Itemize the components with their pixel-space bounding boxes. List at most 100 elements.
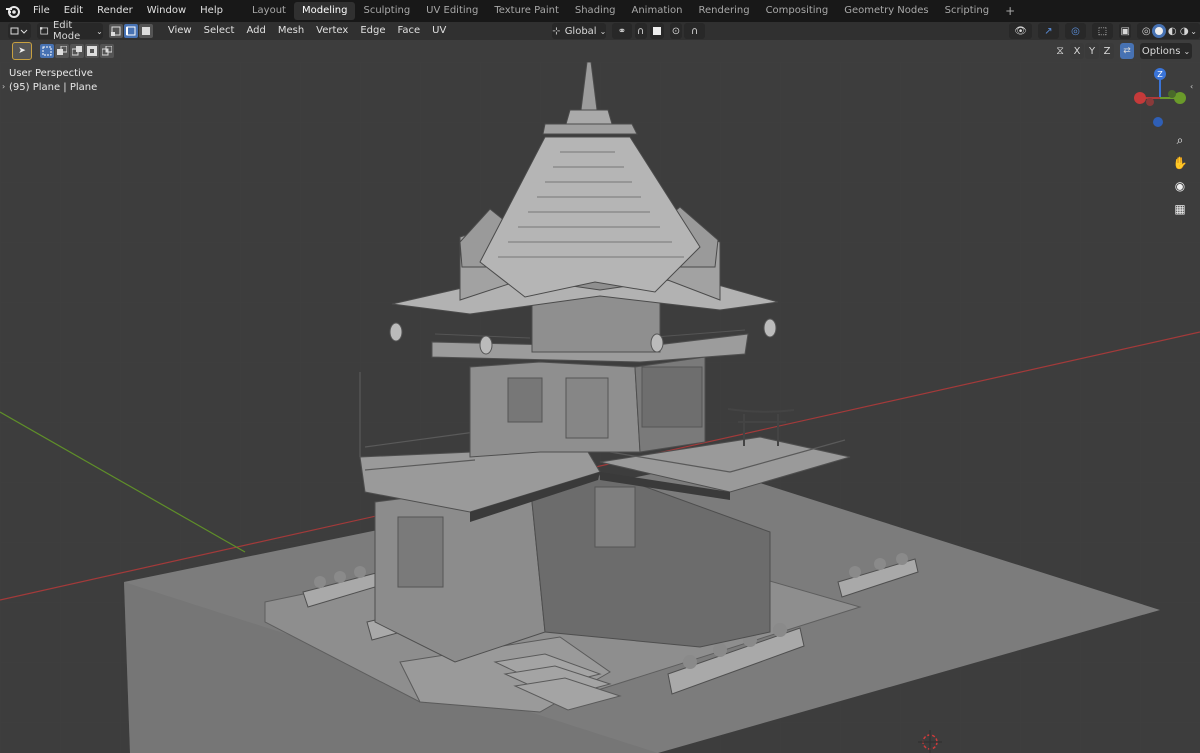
edge-select-icon [125,26,136,36]
orientation-dropdown[interactable]: ⊹ Global ⌄ [552,23,607,39]
edge-select-button[interactable] [123,24,138,38]
menu-window[interactable]: Window [140,0,193,22]
rendered-shading-icon[interactable]: ◑ [1178,26,1190,37]
extend-selection-button[interactable] [55,44,69,58]
menu-view[interactable]: View [162,22,198,40]
tab-geometry-nodes[interactable]: Geometry Nodes [836,2,936,20]
snap-target-button[interactable] [649,23,664,39]
add-workspace-button[interactable]: + [997,4,1023,18]
new-selection-icon [42,46,52,56]
pan-button[interactable]: ✋ [1170,153,1190,173]
grid-perspective-icon: ▦ [1174,202,1186,216]
wireframe-shading-icon[interactable]: ◎ [1140,26,1152,37]
top-menu-bar: File Edit Render Window Help Layout Mode… [0,0,1200,22]
menu-vertex[interactable]: Vertex [310,22,354,40]
editor-type-button[interactable] [8,23,31,39]
mirror-y-toggle[interactable]: Y [1085,43,1099,59]
tab-rendering[interactable]: Rendering [690,2,757,20]
editor-type-icon [10,27,28,35]
menu-edit[interactable]: Edit [57,0,90,22]
subtract-selection-icon [72,46,82,56]
menu-file[interactable]: File [26,0,57,22]
menu-face[interactable]: Face [392,22,427,40]
intersect-selection-button[interactable] [100,44,114,58]
tab-scripting[interactable]: Scripting [937,2,997,20]
eye-icon: 👁 [1014,25,1027,37]
blender-logo-icon[interactable] [0,0,26,22]
menu-edge[interactable]: Edge [354,22,391,40]
tab-uv-editing[interactable]: UV Editing [418,2,486,20]
perspective-toggle-button[interactable]: ▦ [1170,199,1190,219]
tab-animation[interactable]: Animation [624,2,691,20]
material-shading-icon[interactable]: ◐ [1166,26,1178,37]
options-label: Options [1141,45,1181,57]
gizmo-toggle-button[interactable]: ↗ [1037,23,1059,39]
mirror-z-toggle[interactable]: Z [1100,43,1114,59]
square-icon [652,27,661,35]
tab-modeling[interactable]: Modeling [293,2,356,20]
vertex-select-button[interactable] [108,24,123,38]
tab-compositing[interactable]: Compositing [758,2,837,20]
tab-sculpting[interactable]: Sculpting [355,2,418,20]
menu-mesh[interactable]: Mesh [272,22,310,40]
view-name-label: User Perspective [9,68,93,79]
magnifier-icon: ⌕ [1176,132,1184,147]
falloff-button[interactable]: ∩ [684,23,706,39]
face-select-icon [141,27,150,35]
collapse-arrow-icon[interactable]: ‹ [1190,82,1193,91]
menu-add[interactable]: Add [240,22,271,40]
zoom-button[interactable]: ⌕ [1170,130,1190,150]
set-new-selection-button[interactable] [40,44,54,58]
tab-texture-paint[interactable]: Texture Paint [486,2,567,20]
mirror-icon[interactable]: ⧖ [1056,44,1064,58]
selection-mode-group [40,44,115,58]
menu-select[interactable]: Select [198,22,241,40]
mesh-overlay-icon: ⬚ [1097,25,1108,37]
solid-shading-icon[interactable] [1152,24,1167,38]
options-dropdown[interactable]: Options ⌄ [1140,43,1192,59]
menu-uv[interactable]: UV [426,22,452,40]
invert-selection-icon [87,46,97,56]
invert-selection-button[interactable] [85,44,99,58]
mesh-edit-overlays-button[interactable]: ⬚ [1092,23,1114,39]
subtract-selection-button[interactable] [70,44,84,58]
cursor-arrow-icon: ➤ [18,46,26,56]
xray-toggle-button[interactable]: ▣ [1119,23,1132,39]
camera-icon: ◉ [1174,179,1186,193]
xray-icon: ▣ [1120,25,1130,37]
overlay-circles-icon: ◎ [1071,25,1080,37]
3d-viewport[interactable]: User Perspective (95) Plane | Plane Z ‹ … [0,62,1200,753]
vertex-select-icon [110,26,121,36]
orientation-label: Global [564,25,597,37]
tool-header: ➤ ⧖ X Y Z ⇄ Options ⌄ [0,40,1200,62]
face-select-button[interactable] [138,24,153,38]
link-icon: ⚭ [617,25,627,37]
navigation-gizmo[interactable]: Z [1130,66,1190,130]
mirror-x-toggle[interactable]: X [1070,43,1084,59]
tab-shading[interactable]: Shading [567,2,624,20]
mode-dropdown[interactable]: Edit Mode ⌄ [36,20,103,42]
menu-help[interactable]: Help [193,0,230,22]
intersect-selection-icon [102,46,112,56]
edit-mode-icon [39,27,48,35]
select-mode-group [108,24,154,38]
orientation-icon: ⊹ [552,25,561,37]
menu-render[interactable]: Render [90,0,140,22]
snap-toggle-button[interactable]: ∩ [634,23,647,39]
viewport-header: Edit Mode ⌄ View Select Add Mesh Vertex … [0,20,1200,42]
overlays-button[interactable]: ◎ [1064,23,1086,39]
visibility-button[interactable]: 👁 [1009,23,1032,39]
object-info-label: (95) Plane | Plane [9,82,98,93]
falloff-curve-icon: ∩ [690,25,699,37]
proportional-edit-button[interactable]: ⊙ [669,23,683,39]
extend-selection-icon [57,46,67,55]
hand-icon: ✋ [1172,156,1188,170]
tab-layout[interactable]: Layout [244,2,294,20]
chevron-down-icon[interactable]: ⌄ [1190,27,1197,36]
gizmo-z-label: Z [1157,70,1163,79]
select-tool-button[interactable]: ➤ [12,42,32,60]
toolbar-expand-arrow-icon[interactable]: › [2,82,5,91]
pivot-button[interactable]: ⚭ [612,23,632,39]
auto-merge-toggle[interactable]: ⇄ [1120,43,1134,59]
camera-view-button[interactable]: ◉ [1170,176,1190,196]
